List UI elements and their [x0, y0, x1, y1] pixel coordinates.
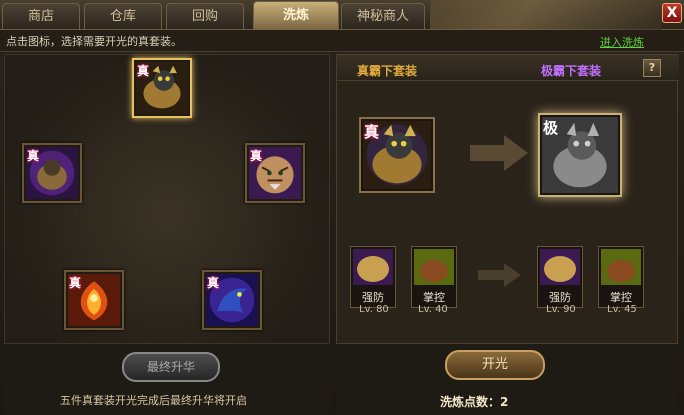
tab-warehouse[interactable]: 仓库 [84, 3, 162, 29]
skill-level: Lv. 45 [607, 304, 637, 315]
tier-tag: 极 [543, 119, 559, 137]
skill-slot-defense-before: 强防 [350, 246, 396, 308]
green-turtle-icon [601, 249, 641, 285]
skill-level: Lv. 40 [418, 304, 448, 315]
close-button[interactable]: X [662, 3, 682, 23]
suit-slot-tiger[interactable]: 真 [245, 143, 305, 203]
target-item-slot: 极 [538, 113, 622, 197]
skill-label: 掌控 [610, 291, 632, 304]
tier-tag: 真 [137, 64, 150, 78]
skill-slot-defense-after: 强防 [537, 246, 583, 308]
upgrade-arrow-icon [470, 135, 528, 171]
tab-mystery-merchant[interactable]: 神秘商人 [341, 3, 425, 29]
skill-label: 强防 [549, 291, 571, 304]
tier-tag: 真 [207, 276, 220, 290]
skill-slot-control-before: 掌控 [411, 246, 457, 308]
source-item-slot: 真 [359, 117, 435, 193]
tab-shop[interactable]: 商店 [2, 3, 80, 29]
purple-shell-icon [540, 249, 580, 285]
tier-tag: 真 [27, 149, 40, 163]
suit-slot-phoenix[interactable]: 真 [64, 270, 124, 330]
skill-label: 强防 [362, 291, 384, 304]
upgrade-arrow-icon [478, 263, 521, 287]
footer-note: 五件真套装开光完成后最终升华将开启 [60, 394, 247, 407]
green-turtle-icon [414, 249, 454, 285]
tab-bar: 商店 仓库 回购 洗炼 神秘商人 X [0, 0, 684, 30]
refine-points: 洗炼点数：2 [440, 393, 508, 410]
tab-bar-scenery [430, 0, 662, 30]
tier-tag: 真 [364, 123, 380, 141]
source-suit-title: 真霸下套装 [357, 64, 418, 78]
points-value: 2 [500, 395, 509, 409]
tier-tag: 真 [69, 276, 82, 290]
suit-slot-golden-beast[interactable]: 真 [132, 58, 192, 118]
upgrade-header: 真霸下套装 极霸下套装 ? [337, 55, 679, 81]
skill-level: Lv. 80 [359, 304, 389, 315]
open-light-button[interactable]: 开光 [445, 350, 545, 380]
window: 商店 仓库 回购 洗炼 神秘商人 X 点击图标，选择需要开光的真套装。 进入洗炼… [0, 0, 684, 415]
points-label: 洗炼点数： [440, 395, 501, 409]
hint-row: 点击图标，选择需要开光的真套装。 进入洗炼 [0, 30, 684, 52]
instruction-text: 点击图标，选择需要开光的真套装。 [6, 35, 182, 48]
tab-refine[interactable]: 洗炼 [253, 1, 339, 30]
final-sublimation-button[interactable]: 最终升华 [122, 352, 220, 382]
skill-level: Lv. 90 [546, 304, 576, 315]
skill-slot-control-after: 掌控 [598, 246, 644, 308]
purple-shell-icon [353, 249, 393, 285]
enter-refine-link[interactable]: 进入洗炼 [600, 34, 644, 50]
suit-slot-purple-beast[interactable]: 真 [22, 143, 82, 203]
tier-tag: 真 [250, 149, 263, 163]
target-suit-title: 极霸下套装 [541, 64, 602, 78]
skill-label: 掌控 [423, 291, 445, 304]
help-button[interactable]: ? [643, 59, 661, 77]
suit-slot-blue-dragon[interactable]: 真 [202, 270, 262, 330]
tab-buyback[interactable]: 回购 [166, 3, 244, 29]
